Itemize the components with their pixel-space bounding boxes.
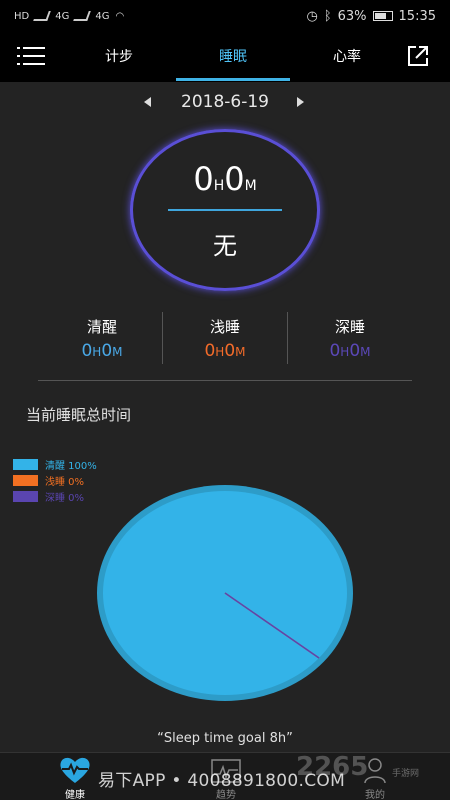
stat-deep-sleep: 深睡 0H0M [290,316,410,361]
sleep-quality: 无 [213,232,237,260]
previous-day-icon[interactable] [144,97,151,107]
stat-awake: 清醒 0H0M [42,316,162,361]
tab-steps[interactable]: 计步 [74,46,164,66]
stat-divider [287,312,288,364]
tab-sleep[interactable]: 睡眠 [188,46,278,66]
total-hours: 0 [193,160,214,198]
stat-light-sleep: 浅睡 0H0M [165,316,285,361]
stat-value: 0H0M [329,341,371,361]
legend-label: 浅睡 0% [45,476,85,488]
legend-swatch [13,458,38,470]
battery-percent: 63% [337,8,367,24]
next-day-icon[interactable] [297,97,304,107]
active-tab-indicator [176,78,290,81]
legend-label: 清醒 100% [45,460,97,472]
legend-item-deep: 深睡 0% [13,488,97,504]
clock: 15:35 [398,8,436,24]
status-indicators: HD 4G 4G ◠ [14,11,124,22]
legend-swatch [13,490,38,502]
top-tab-bar: 计步 睡眠 心率 [0,32,450,82]
stat-label: 深睡 [334,318,365,336]
stat-divider [162,312,163,364]
alarm-icon: ◷ [306,8,318,24]
total-minutes: 0 [224,160,245,198]
heart-pulse-icon [60,757,90,783]
date-navigator: 2018-6-19 [0,90,450,116]
menu-icon[interactable] [17,45,45,67]
hd-indicator: HD [14,10,30,22]
wifi-icon: ◠ [115,10,125,22]
hours-unit: H [213,178,225,194]
watermark-sub: 手游网 [392,769,420,779]
section-divider [38,380,412,381]
nav-label: 我的 [365,790,385,800]
legend-item-light: 浅睡 0% [13,472,97,488]
battery-icon [372,11,393,21]
ring-divider [168,209,282,211]
network-indicator-2: 4G [95,10,110,22]
total-sleep-time: 0H0M [130,160,320,198]
chart-legend: 清醒 100% 浅睡 0% 深睡 0% [13,456,97,504]
legend-item-awake: 清醒 100% [13,456,97,472]
stat-label: 浅睡 [209,318,240,336]
legend-swatch [13,474,38,486]
watermark-logo: 2265 [296,752,369,782]
signal-icon [73,11,92,21]
stat-value: 0H0M [81,341,123,361]
sleep-goal-text: “Sleep time goal 8h” [157,731,293,746]
bluetooth-icon: ᛒ [323,8,332,24]
chart-title: 当前睡眠总时间 [26,406,132,424]
signal-icon [33,11,52,21]
minutes-unit: M [244,178,257,194]
legend-label: 深睡 0% [45,492,85,504]
status-bar: HD 4G 4G ◠ ◷ ᛒ 63% 15:35 [0,0,450,32]
stat-value: 0H0M [204,341,246,361]
sleep-pie-chart [97,485,353,701]
network-indicator: 4G [55,10,70,22]
share-icon[interactable] [406,44,430,68]
current-date: 2018-6-19 [181,92,269,112]
tab-heart-rate[interactable]: 心率 [302,46,392,66]
status-right: ◷ ᛒ 63% 15:35 [306,9,436,24]
stat-label: 清醒 [86,318,117,336]
